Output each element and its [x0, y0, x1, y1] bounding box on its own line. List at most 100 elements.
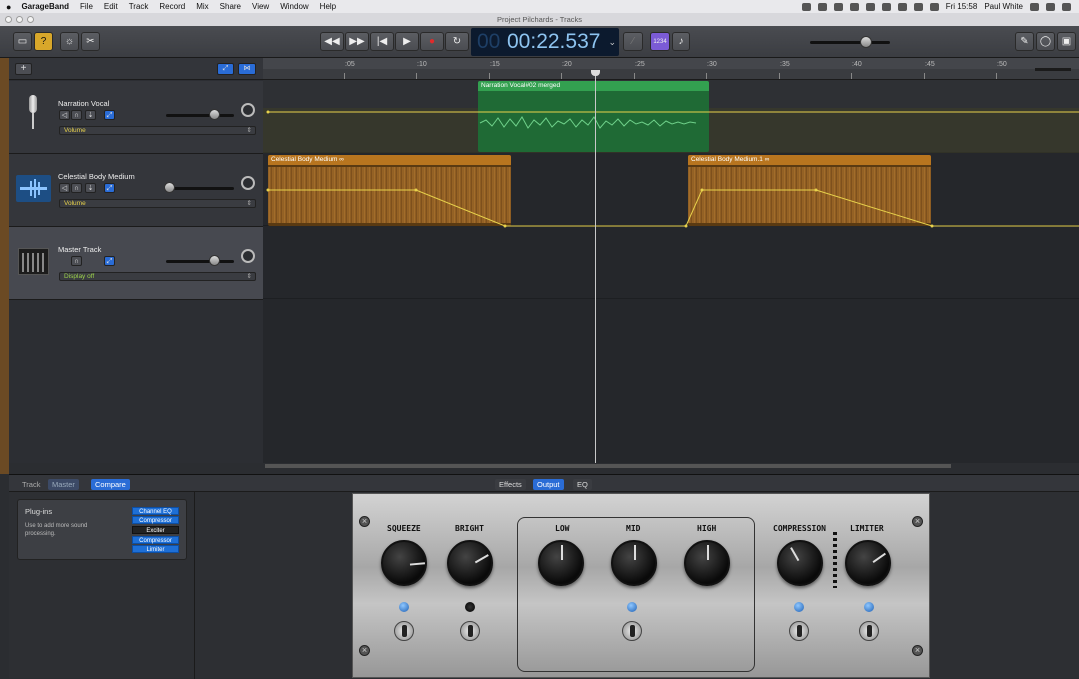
compression-toggle[interactable] — [789, 621, 809, 641]
squeeze-knob[interactable] — [381, 540, 427, 586]
track-volume-slider[interactable] — [166, 187, 234, 190]
track-header-master[interactable]: Master Track ∩ ⤢ Display off ⇕ — [9, 227, 263, 300]
track-automation-button[interactable]: ⤢ — [104, 183, 115, 193]
plugin-slot[interactable]: Channel EQ — [132, 507, 179, 515]
track-header-celestial[interactable]: Celestial Body Medium ◁ ∩ ⇣ ⤢ Volume ⇕ — [9, 154, 263, 227]
zoom-window-button[interactable] — [27, 16, 34, 23]
editors-button[interactable]: ✂ — [81, 32, 100, 51]
tab-track[interactable]: Track — [18, 479, 44, 490]
menu-share[interactable]: Share — [220, 2, 241, 11]
eq-toggle[interactable] — [622, 621, 642, 641]
mute-button[interactable]: ◁ — [59, 183, 70, 193]
master-volume-knob[interactable] — [860, 36, 872, 48]
record-enable-button[interactable]: ⇣ — [85, 183, 96, 193]
tracks-area[interactable]: Narration Vocal#02 merged Celestial Body… — [263, 80, 1079, 468]
wifi-icon[interactable] — [913, 2, 923, 11]
high-knob[interactable] — [684, 540, 730, 586]
minimize-window-button[interactable] — [16, 16, 23, 23]
tab-effects[interactable]: Effects — [495, 479, 526, 490]
close-window-button[interactable] — [5, 16, 12, 23]
track-name[interactable]: Celestial Body Medium — [58, 172, 135, 181]
apple-icon[interactable]: ● — [6, 2, 11, 12]
tab-master[interactable]: Master — [48, 479, 79, 490]
status-icon[interactable] — [817, 2, 827, 11]
cycle-area[interactable] — [263, 58, 1079, 69]
solo-button[interactable]: ∩ — [71, 256, 82, 266]
timeline-ruler[interactable]: :05 :10 :15 :20 :25 :30 :35 :40 :45 :50 — [263, 58, 1079, 80]
volume-slider-thumb[interactable] — [164, 182, 175, 193]
menu-mix[interactable]: Mix — [196, 2, 208, 11]
bright-knob[interactable] — [447, 540, 493, 586]
fast-forward-button[interactable]: ▶▶ — [345, 32, 369, 51]
master-volume-slider[interactable] — [810, 41, 890, 44]
menu-view[interactable]: View — [252, 2, 269, 11]
low-knob[interactable] — [538, 540, 584, 586]
metronome-button[interactable]: ♪ — [672, 32, 690, 51]
horizontal-scrollbar[interactable] — [265, 464, 951, 468]
add-track-button[interactable]: + — [15, 63, 32, 75]
tab-output[interactable]: Output — [533, 479, 564, 490]
menu-edit[interactable]: Edit — [104, 2, 118, 11]
quick-help-button[interactable]: ? — [34, 32, 53, 51]
user-name[interactable]: Paul White — [984, 2, 1023, 11]
media-browser-button[interactable]: ▣ — [1057, 32, 1076, 51]
apple-loops-button[interactable]: ◯ — [1036, 32, 1055, 51]
volume-slider-thumb[interactable] — [209, 109, 220, 120]
library-button[interactable]: ▭ — [13, 32, 32, 51]
menu-help[interactable]: Help — [320, 2, 336, 11]
track-automation-button[interactable]: ⤢ — [104, 110, 115, 120]
tab-eq[interactable]: EQ — [573, 479, 592, 490]
automation-parameter-select[interactable]: Volume ⇕ — [59, 199, 256, 208]
dropbox-icon[interactable] — [833, 2, 843, 11]
bright-toggle[interactable] — [460, 621, 480, 641]
track-name[interactable]: Narration Vocal — [58, 99, 109, 108]
airplay-icon[interactable] — [865, 2, 875, 11]
status-icon[interactable] — [849, 2, 859, 11]
status-icon[interactable] — [801, 2, 811, 11]
record-button[interactable]: ● — [420, 32, 444, 51]
squeeze-toggle[interactable] — [394, 621, 414, 641]
notification-center-icon[interactable] — [1062, 2, 1071, 11]
automation-button[interactable]: ⤢ — [217, 63, 234, 75]
siri-icon[interactable] — [1046, 2, 1055, 11]
time-machine-icon[interactable] — [881, 2, 891, 11]
mid-knob[interactable] — [611, 540, 657, 586]
playhead[interactable] — [591, 70, 600, 463]
track-name[interactable]: Master Track — [58, 245, 101, 254]
limiter-knob[interactable] — [845, 540, 891, 586]
automation-parameter-select[interactable]: Volume ⇕ — [59, 126, 256, 135]
record-enable-button[interactable]: ⇣ — [85, 110, 96, 120]
compression-knob[interactable] — [777, 540, 823, 586]
pan-knob[interactable] — [241, 249, 255, 263]
cycle-button[interactable]: ↻ — [445, 32, 469, 51]
automation-parameter-select[interactable]: Display off ⇕ — [59, 272, 256, 281]
play-button[interactable]: ▶ — [395, 32, 419, 51]
rewind-button[interactable]: ◀◀ — [320, 32, 344, 51]
smart-controls-button[interactable]: ☼ — [60, 32, 79, 51]
volume-icon[interactable] — [929, 2, 939, 11]
automation-curves[interactable] — [263, 80, 1079, 240]
limiter-toggle[interactable] — [859, 621, 879, 641]
pan-knob[interactable] — [241, 176, 255, 190]
bluetooth-icon[interactable] — [897, 2, 907, 11]
plugin-slot[interactable]: Compressor — [132, 536, 179, 544]
notepad-button[interactable]: ✎ — [1015, 32, 1034, 51]
flex-button[interactable]: ⋈ — [238, 63, 256, 75]
go-to-beginning-button[interactable]: |◀ — [370, 32, 394, 51]
track-automation-button[interactable]: ⤢ — [104, 256, 115, 266]
clock[interactable]: Fri 15:58 — [946, 2, 978, 11]
zoom-slider[interactable] — [1035, 68, 1071, 71]
track-volume-slider[interactable] — [166, 260, 234, 263]
lcd-display[interactable]: 00 00:22.537 ⌄ — [471, 28, 619, 56]
spotlight-icon[interactable] — [1030, 2, 1039, 11]
app-menu[interactable]: GarageBand — [21, 2, 69, 11]
track-volume-slider[interactable] — [166, 114, 234, 117]
menu-record[interactable]: Record — [159, 2, 185, 11]
plugin-slot[interactable]: Compressor — [132, 516, 179, 524]
compare-button[interactable]: Compare — [91, 479, 130, 490]
mute-button[interactable]: ◁ — [59, 110, 70, 120]
menu-file[interactable]: File — [80, 2, 93, 11]
menu-track[interactable]: Track — [129, 2, 149, 11]
solo-button[interactable]: ∩ — [71, 183, 82, 193]
volume-slider-thumb[interactable] — [209, 255, 220, 266]
